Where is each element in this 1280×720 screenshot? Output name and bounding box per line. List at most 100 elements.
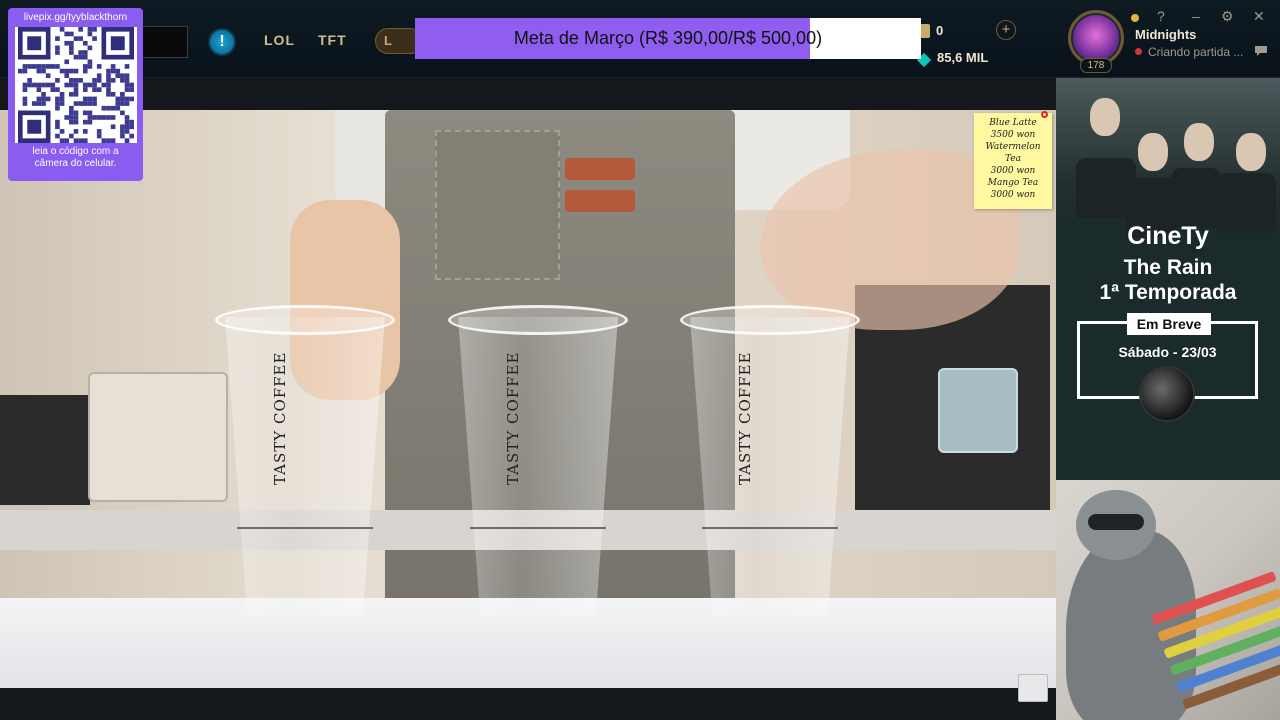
qr-module (96, 87, 102, 92)
qr-module (26, 64, 32, 69)
qr-module (68, 31, 74, 37)
help-icon[interactable]: ? (1157, 8, 1165, 24)
search-input[interactable] (140, 26, 188, 58)
qr-module (68, 133, 74, 139)
qr-module (45, 82, 50, 88)
qr-module (77, 54, 83, 60)
qr-module (68, 78, 74, 83)
show-title: The Rain (1123, 256, 1213, 279)
cooler-box (88, 372, 228, 502)
qr-module (124, 129, 129, 134)
qr-module (68, 91, 74, 97)
riot-points-icon (920, 24, 930, 38)
qr-module (73, 78, 78, 83)
info-icon[interactable]: ! (208, 28, 236, 56)
qr-module (73, 138, 78, 143)
price-note: Blue Latte 3500 won Watermelon Tea 3000 … (974, 111, 1052, 209)
qr-module (114, 73, 120, 79)
figure (1171, 168, 1221, 228)
qr-module (91, 96, 97, 102)
gear-icon[interactable]: ⚙ (1221, 8, 1234, 25)
donation-goal-bar: Meta de Março (R$ 390,00/R$ 500,00) (415, 18, 921, 59)
qr-module (22, 96, 27, 102)
qr-module (59, 138, 64, 143)
cafe-scene: TASTY COFFEE TASTY COFFEE TASTY COFFEE B… (0, 110, 1056, 688)
qr-module (87, 115, 92, 120)
cup-body (225, 317, 385, 617)
figure-face (1138, 133, 1168, 171)
qr-module (128, 133, 134, 139)
qr-module (82, 87, 88, 92)
qr-module (49, 82, 55, 88)
qr-module (110, 115, 115, 120)
price-line: 3000 won (990, 190, 1036, 200)
qr-module (73, 91, 78, 97)
qr-module (87, 59, 92, 65)
qr-module (87, 45, 92, 51)
figure-face (1184, 123, 1214, 161)
qr-module (36, 68, 41, 74)
cup: TASTY COFFEE (448, 305, 628, 620)
play-button-label: L (384, 33, 392, 48)
qr-module (36, 87, 41, 92)
close-icon[interactable]: ✕ (1253, 8, 1265, 25)
qr-module (114, 105, 120, 111)
cup-rim (215, 305, 395, 335)
qr-module (96, 133, 102, 139)
qr-module (54, 96, 60, 102)
qr-module (119, 91, 125, 97)
cup-fill-line (702, 527, 838, 529)
qr-module (91, 87, 97, 92)
qr-module (54, 45, 60, 51)
qr-module (54, 87, 60, 92)
qr-module (54, 101, 60, 106)
qr-module (73, 36, 78, 41)
brand-name: CineTy (1127, 222, 1209, 250)
qr-module (63, 138, 69, 143)
qr-module (22, 64, 27, 69)
riot-points-value: 0 (936, 23, 944, 38)
qr-module (82, 129, 88, 134)
add-currency-button[interactable]: + (996, 20, 1016, 40)
qr-module (96, 78, 102, 83)
qr-module (68, 45, 74, 51)
qr-module (124, 82, 129, 88)
qr-module (40, 91, 46, 97)
qr-module (124, 73, 129, 79)
qr-module (110, 105, 115, 111)
qr-module (40, 101, 46, 106)
qr-module (124, 124, 129, 130)
pitcher (938, 368, 1018, 453)
qr-module (49, 87, 55, 92)
qr-module (36, 101, 41, 106)
qr-module (105, 91, 111, 97)
cup-rim (448, 305, 628, 335)
cup: TASTY COFFEE (680, 305, 860, 620)
chat-icon[interactable] (1254, 45, 1268, 57)
qr-module (59, 68, 64, 74)
cup-label: TASTY COFFEE (504, 351, 522, 485)
qr-module (128, 119, 134, 125)
qr-module (119, 78, 125, 83)
leather-tab (565, 190, 635, 212)
nav-tft[interactable]: TFT (318, 32, 347, 48)
summoner-name[interactable]: Midnights (1135, 27, 1196, 42)
watermark-icon (1018, 674, 1048, 702)
qr-module (73, 129, 78, 134)
qr-module (101, 138, 106, 143)
minimize-icon[interactable]: – (1192, 8, 1200, 24)
raccoon-webcam (1056, 480, 1280, 720)
qr-module (119, 96, 125, 102)
stream-video[interactable]: TASTY COFFEE TASTY COFFEE TASTY COFFEE B… (0, 78, 1056, 720)
riot-points: 0 + (918, 20, 1020, 42)
qr-caption-line: leia o código com a (32, 146, 119, 157)
qr-module (82, 82, 88, 88)
qr-module (68, 50, 74, 55)
qr-module (119, 110, 125, 116)
donation-goal-text: Meta de Março (R$ 390,00/R$ 500,00) (513, 28, 823, 48)
qr-code-icon[interactable] (14, 27, 137, 143)
qr-module (77, 101, 83, 106)
nav-lol[interactable]: LOL (264, 32, 295, 48)
qr-module (110, 91, 115, 97)
qr-module (124, 101, 129, 106)
